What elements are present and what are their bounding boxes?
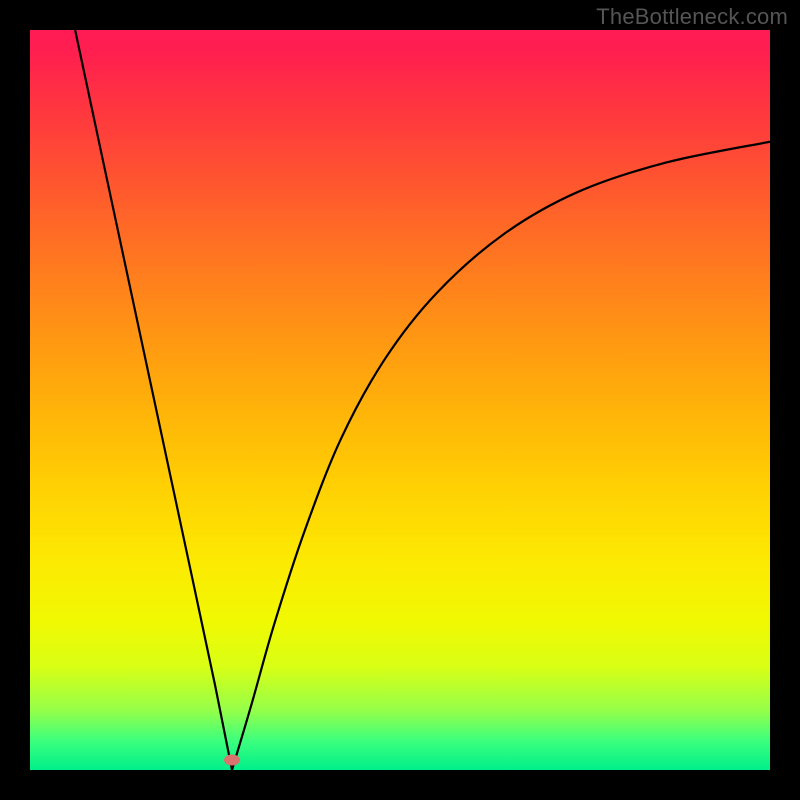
bottleneck-curve bbox=[30, 30, 770, 770]
curve-path bbox=[75, 30, 770, 770]
plot-area bbox=[30, 30, 770, 770]
optimal-point-marker bbox=[224, 755, 240, 766]
watermark-text: TheBottleneck.com bbox=[596, 4, 788, 30]
chart-frame: TheBottleneck.com bbox=[0, 0, 800, 800]
